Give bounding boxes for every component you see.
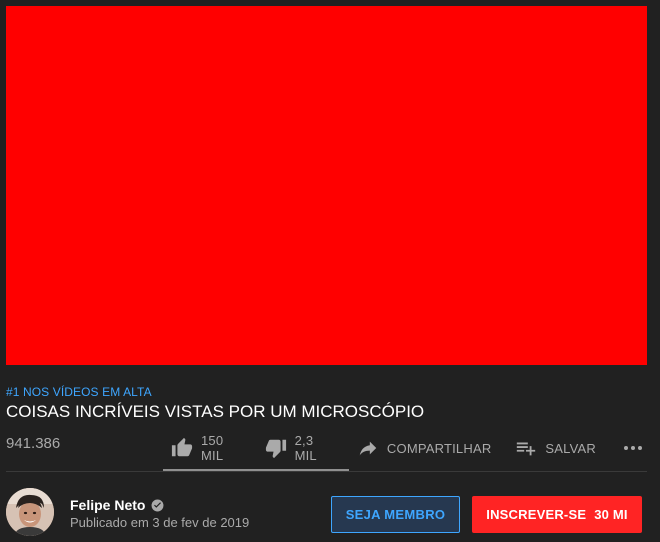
share-button[interactable]: COMPARTILHAR xyxy=(357,430,492,466)
trending-badge[interactable]: #1 NOS VÍDEOS EM ALTA xyxy=(6,385,152,399)
channel-name[interactable]: Felipe Neto xyxy=(70,497,164,513)
verified-check-icon xyxy=(151,499,164,512)
subscribe-label: INSCREVER-SE xyxy=(486,507,587,522)
action-bar: 150 MIL 2,3 MIL COMPARTILHAR SALVAR xyxy=(163,428,645,468)
channel-avatar[interactable] xyxy=(6,488,54,536)
save-button[interactable]: SALVAR xyxy=(515,430,596,466)
save-label: SALVAR xyxy=(545,440,596,456)
share-arrow-icon xyxy=(357,437,379,459)
video-title: COISAS INCRÍVEIS VISTAS POR UM MICROSCÓP… xyxy=(6,402,425,421)
subscriber-count: 30 MI xyxy=(594,507,628,522)
share-label: COMPARTILHAR xyxy=(386,440,492,456)
video-player[interactable] xyxy=(6,6,647,365)
publish-date: Publicado em 3 de fev de 2019 xyxy=(70,515,250,530)
like-count: 150 MIL xyxy=(201,433,224,463)
like-button[interactable]: 150 MIL xyxy=(171,430,242,466)
view-count: 941.386 xyxy=(6,435,61,452)
watch-page: #1 NOS VÍDEOS EM ALTA COISAS INCRÍVEIS V… xyxy=(0,0,660,542)
thumbs-down-icon xyxy=(265,437,287,459)
divider xyxy=(6,471,647,472)
join-membership-button[interactable]: SEJA MEMBRO xyxy=(331,496,460,533)
dislike-button[interactable]: 2,3 MIL xyxy=(265,430,332,466)
playlist-add-icon xyxy=(515,437,537,459)
more-actions-button[interactable] xyxy=(621,430,645,466)
dislike-count: 2,3 MIL xyxy=(294,433,317,463)
more-horizontal-icon xyxy=(621,436,645,460)
thumbs-up-icon xyxy=(171,437,193,459)
subscribe-button[interactable]: INSCREVER-SE 30 MI xyxy=(472,496,642,533)
channel-name-text[interactable]: Felipe Neto xyxy=(70,497,145,513)
